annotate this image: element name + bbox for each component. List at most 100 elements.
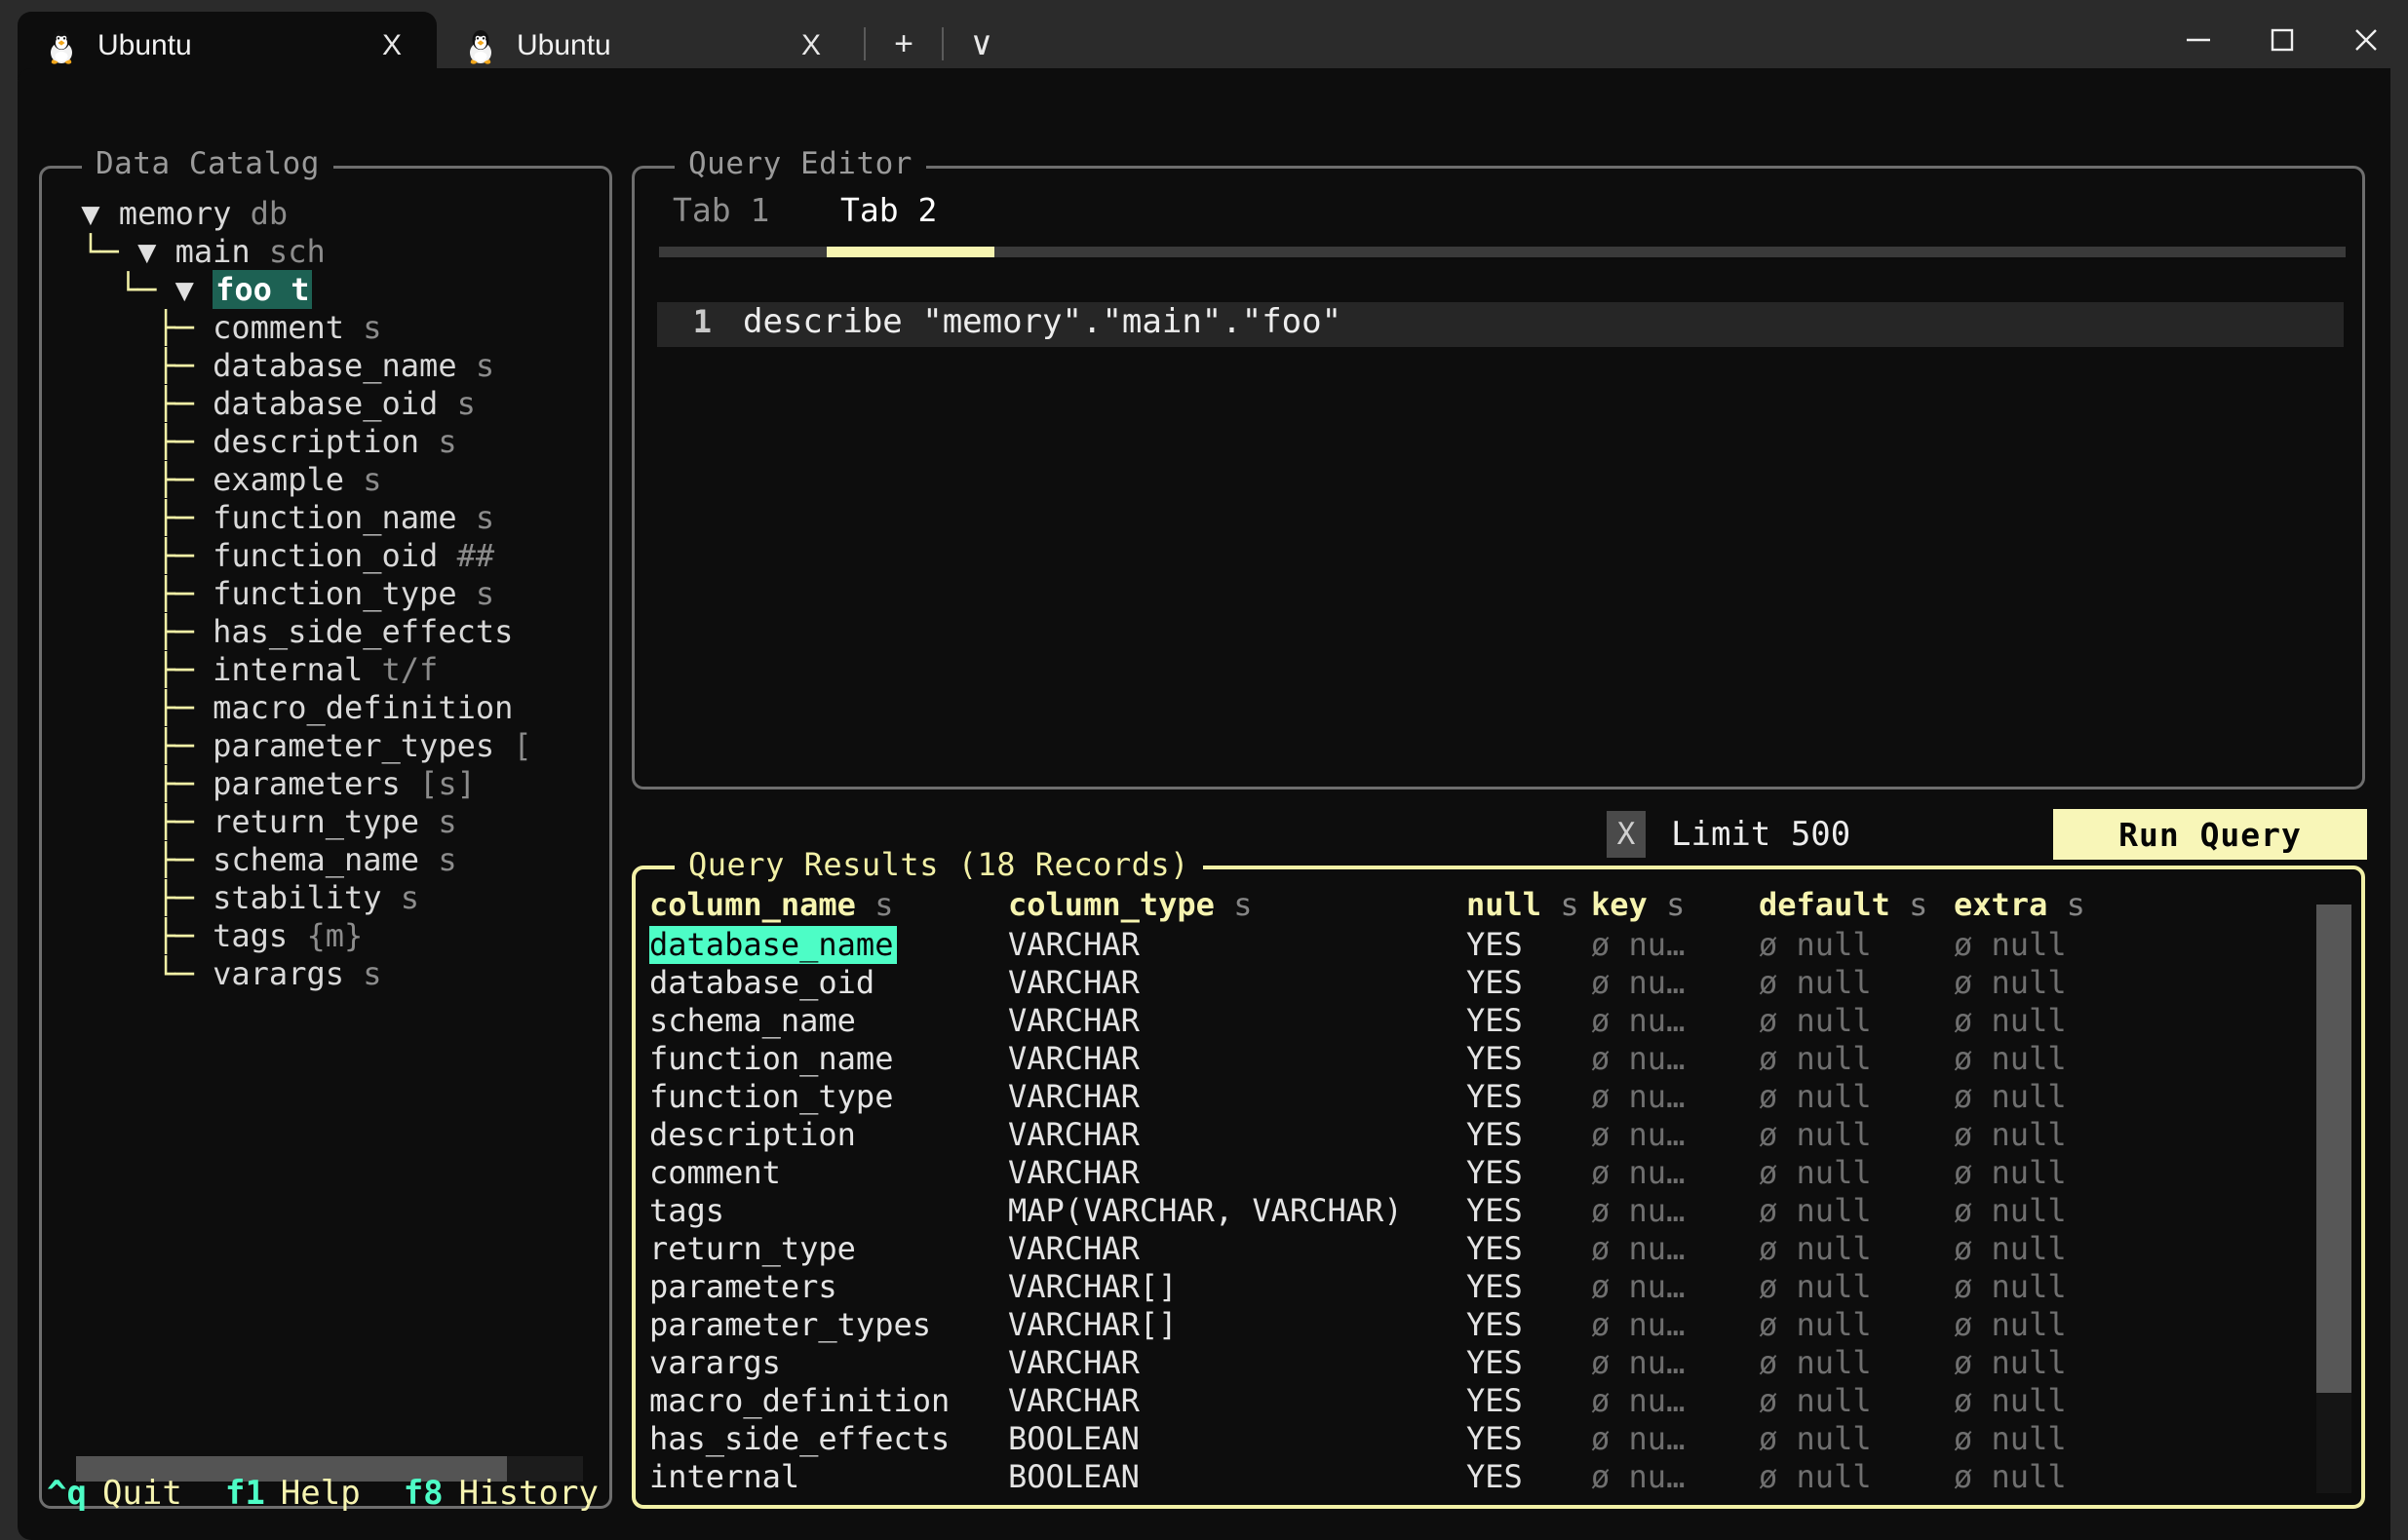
table-cell-null[interactable]: YES [1466, 1230, 1591, 1268]
new-tab-button[interactable]: + [874, 14, 934, 74]
table-row[interactable]: database_name VARCHAR YES ø nu… ø null ø null [649, 926, 2324, 964]
catalog-node-foo[interactable]: └─ ▼ foo t [62, 270, 597, 309]
table-cell-column_type[interactable]: VARCHAR [1008, 926, 1466, 964]
table-cell-null[interactable]: YES [1466, 1306, 1591, 1344]
selected-cell[interactable]: database_name [649, 926, 898, 964]
tab-close-icon[interactable]: X [792, 27, 831, 64]
table-cell-key[interactable]: ø nu… [1591, 1268, 1759, 1306]
table-cell-column_name[interactable]: varargs [649, 1344, 1008, 1382]
table-row[interactable]: internal BOOLEAN YES ø nu… ø null ø null [649, 1458, 2324, 1496]
table-cell-key[interactable]: ø nu… [1591, 1192, 1759, 1230]
table-cell-key[interactable]: ø nu… [1591, 926, 1759, 964]
table-cell-null[interactable]: YES [1466, 1344, 1591, 1382]
table-cell-extra[interactable]: ø null [1954, 926, 2149, 964]
table-cell-extra[interactable]: ø null [1954, 1420, 2149, 1458]
table-cell-default[interactable]: ø null [1759, 1420, 1954, 1458]
results-header-key[interactable]: key s [1591, 886, 1759, 924]
table-cell-column_name[interactable]: comment [649, 1154, 1008, 1192]
table-cell-key[interactable]: ø nu… [1591, 1154, 1759, 1192]
table-cell-column_type[interactable]: VARCHAR [1008, 1040, 1466, 1078]
catalog-column-macro_definition[interactable]: ├─ macro_definition [62, 689, 597, 727]
table-cell-null[interactable]: YES [1466, 1154, 1591, 1192]
table-cell-column_type[interactable]: VARCHAR [1008, 1154, 1466, 1192]
table-cell-default[interactable]: ø null [1759, 1002, 1954, 1040]
table-row[interactable]: parameter_types VARCHAR[] YES ø nu… ø null ø … [649, 1306, 2324, 1344]
table-cell-column_name[interactable]: tags [649, 1192, 1008, 1230]
run-query-button[interactable]: Run Query [2053, 809, 2367, 860]
table-cell-column_name[interactable]: return_type [649, 1230, 1008, 1268]
table-cell-column_type[interactable]: VARCHAR [1008, 964, 1466, 1002]
catalog-column-description[interactable]: ├─ description s [62, 423, 597, 461]
table-cell-null[interactable]: YES [1466, 964, 1591, 1002]
table-row[interactable]: has_side_effects BOOLEAN YES ø nu… ø null ø n… [649, 1420, 2324, 1458]
table-row[interactable]: database_oid VARCHAR YES ø nu… ø null ø null [649, 964, 2324, 1002]
catalog-column-function_type[interactable]: ├─ function_type s [62, 575, 597, 613]
table-cell-extra[interactable]: ø null [1954, 1268, 2149, 1306]
catalog-tree[interactable]: ▼ memory db └─ ▼ main sch └─ ▼ foo t ├─ … [62, 195, 597, 993]
table-cell-column_name[interactable]: function_name [649, 1040, 1008, 1078]
table-cell-column_type[interactable]: MAP(VARCHAR, VARCHAR) [1008, 1192, 1466, 1230]
scrollbar-thumb[interactable] [2316, 905, 2351, 1394]
table-cell-column_type[interactable]: VARCHAR [1008, 1230, 1466, 1268]
chevron-down-icon[interactable]: ∨ [952, 14, 1012, 74]
status-action-help[interactable]: Help [281, 1474, 361, 1513]
table-cell-column_type[interactable]: VARCHAR [1008, 1382, 1466, 1420]
table-cell-column_name[interactable]: has_side_effects [649, 1420, 1008, 1458]
table-row[interactable]: comment VARCHAR YES ø nu… ø null ø null [649, 1154, 2324, 1192]
table-cell-column_name[interactable]: macro_definition [649, 1382, 1008, 1420]
table-cell-default[interactable]: ø null [1759, 964, 1954, 1002]
table-cell-default[interactable]: ø null [1759, 1306, 1954, 1344]
table-cell-extra[interactable]: ø null [1954, 1154, 2149, 1192]
table-cell-null[interactable]: YES [1466, 1002, 1591, 1040]
table-cell-default[interactable]: ø null [1759, 1154, 1954, 1192]
status-action-history[interactable]: History [459, 1474, 599, 1513]
table-cell-null[interactable]: YES [1466, 1458, 1591, 1496]
table-cell-extra[interactable]: ø null [1954, 1002, 2149, 1040]
results-table[interactable]: column_name s column_type s null s key s def… [649, 883, 2324, 1499]
catalog-column-return_type[interactable]: ├─ return_type s [62, 803, 597, 841]
table-cell-null[interactable]: YES [1466, 1382, 1591, 1420]
table-cell-column_type[interactable]: BOOLEAN [1008, 1420, 1466, 1458]
table-row[interactable]: description VARCHAR YES ø nu… ø null ø null [649, 1116, 2324, 1154]
table-cell-null[interactable]: YES [1466, 926, 1591, 964]
results-vertical-scrollbar[interactable] [2316, 905, 2351, 1493]
catalog-column-stability[interactable]: ├─ stability s [62, 879, 597, 917]
table-cell-default[interactable]: ø null [1759, 1230, 1954, 1268]
table-cell-extra[interactable]: ø null [1954, 964, 2149, 1002]
table-cell-column_type[interactable]: VARCHAR [1008, 1116, 1466, 1154]
table-cell-key[interactable]: ø nu… [1591, 1344, 1759, 1382]
table-cell-column_name[interactable]: internal [649, 1458, 1008, 1496]
table-cell-key[interactable]: ø nu… [1591, 1382, 1759, 1420]
catalog-column-database_oid[interactable]: ├─ database_oid s [62, 385, 597, 423]
table-cell-column_type[interactable]: VARCHAR[] [1008, 1306, 1466, 1344]
table-row[interactable]: schema_name VARCHAR YES ø nu… ø null ø null [649, 1002, 2324, 1040]
table-cell-key[interactable]: ø nu… [1591, 1078, 1759, 1116]
table-cell-column_name[interactable]: parameters [649, 1268, 1008, 1306]
table-cell-null[interactable]: YES [1466, 1420, 1591, 1458]
table-cell-key[interactable]: ø nu… [1591, 964, 1759, 1002]
catalog-column-parameter_types[interactable]: ├─ parameter_types [ [62, 727, 597, 765]
table-cell-extra[interactable]: ø null [1954, 1116, 2149, 1154]
catalog-node-memory[interactable]: ▼ memory db [62, 195, 597, 233]
table-row[interactable]: parameters VARCHAR[] YES ø nu… ø null ø null [649, 1268, 2324, 1306]
table-cell-key[interactable]: ø nu… [1591, 1002, 1759, 1040]
catalog-node-main[interactable]: └─ ▼ main sch [62, 233, 597, 271]
limit-checkbox[interactable]: X [1607, 811, 1646, 858]
table-cell-extra[interactable]: ø null [1954, 1078, 2149, 1116]
catalog-column-function_oid[interactable]: ├─ function_oid ## [62, 537, 597, 575]
table-cell-default[interactable]: ø null [1759, 1344, 1954, 1382]
table-cell-extra[interactable]: ø null [1954, 1306, 2149, 1344]
table-cell-default[interactable]: ø null [1759, 1458, 1954, 1496]
table-cell-column_type[interactable]: VARCHAR[] [1008, 1268, 1466, 1306]
table-cell-column_type[interactable]: BOOLEAN [1008, 1458, 1466, 1496]
results-header-column_type[interactable]: column_type s [1008, 886, 1466, 924]
table-row[interactable]: function_name VARCHAR YES ø nu… ø null ø null [649, 1040, 2324, 1078]
table-cell-extra[interactable]: ø null [1954, 1382, 2149, 1420]
table-row[interactable]: return_type VARCHAR YES ø nu… ø null ø null [649, 1230, 2324, 1268]
table-cell-extra[interactable]: ø null [1954, 1230, 2149, 1268]
table-cell-column_type[interactable]: VARCHAR [1008, 1078, 1466, 1116]
table-cell-key[interactable]: ø nu… [1591, 1230, 1759, 1268]
table-cell-key[interactable]: ø nu… [1591, 1420, 1759, 1458]
catalog-column-database_name[interactable]: ├─ database_name s [62, 347, 597, 385]
table-row[interactable]: tags MAP(VARCHAR, VARCHAR) YES ø nu… ø null ø… [649, 1192, 2324, 1230]
